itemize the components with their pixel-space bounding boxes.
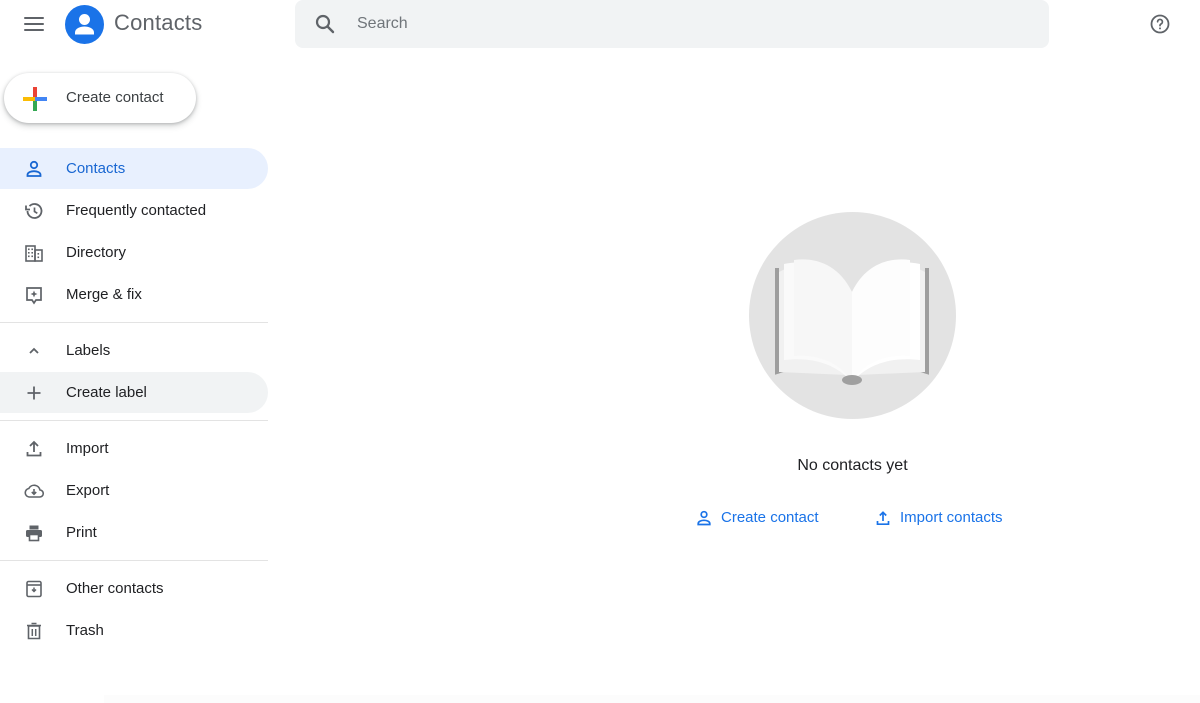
sidebar-divider (0, 420, 268, 421)
sidebar-item-directory[interactable]: Directory (0, 232, 268, 273)
sidebar-item-export[interactable]: Export (0, 470, 268, 511)
create-label-button[interactable]: Create label (0, 372, 268, 413)
person-icon (695, 509, 713, 527)
upload-icon (23, 438, 45, 460)
import-contacts-link-label: Import contacts (900, 509, 1003, 526)
chevron-up-icon (23, 340, 45, 362)
sidebar-item-merge-fix[interactable]: Merge & fix (0, 274, 268, 315)
footer-strip (104, 695, 1200, 703)
sidebar-divider (0, 560, 268, 561)
create-contact-button[interactable]: Create contact (4, 73, 196, 123)
sidebar-item-print[interactable]: Print (0, 512, 268, 553)
sidebar-divider (0, 322, 268, 323)
cloud-download-icon (23, 480, 45, 502)
open-book-illustration (749, 212, 956, 419)
empty-import-contacts-link[interactable]: Import contacts (874, 507, 1019, 529)
sidebar-item-label: Trash (66, 622, 104, 639)
sidebar-item-trash[interactable]: Trash (0, 610, 268, 651)
search-input[interactable] (357, 0, 1007, 48)
upload-icon (874, 509, 892, 527)
merge-fix-icon (23, 284, 45, 306)
create-label-label: Create label (66, 384, 147, 401)
plus-icon (23, 382, 45, 404)
search-icon[interactable] (313, 12, 337, 36)
hamburger-menu-icon (24, 17, 44, 19)
sidebar-item-label: Export (66, 482, 110, 499)
app-title: Contacts (114, 10, 203, 35)
sidebar-item-label: Merge & fix (66, 286, 142, 303)
labels-section-toggle[interactable]: Labels (0, 330, 268, 371)
sidebar-item-import[interactable]: Import (0, 428, 268, 469)
sidebar-item-label: Print (66, 524, 97, 541)
top-app-bar: Contacts (0, 0, 1200, 56)
create-contact-link-label: Create contact (721, 509, 819, 526)
print-icon (23, 522, 45, 544)
person-icon (23, 158, 45, 180)
plus-multicolor-icon (22, 86, 47, 111)
sidebar-item-label: Import (66, 440, 109, 457)
sidebar-item-label: Other contacts (66, 580, 164, 597)
sidebar-item-label: Contacts (66, 160, 126, 177)
archive-icon (23, 578, 45, 600)
main-menu-button[interactable] (20, 12, 50, 36)
sidebar-item-contacts[interactable]: Contacts (0, 148, 268, 189)
help-button[interactable] (1148, 12, 1172, 36)
contacts-logo-icon (65, 5, 104, 44)
search-bar[interactable] (295, 0, 1049, 48)
create-contact-label: Create contact (66, 89, 164, 106)
sidebar-item-label: Directory (66, 244, 127, 261)
labels-heading: Labels (66, 342, 111, 359)
history-icon (23, 200, 45, 222)
help-circle-icon (1150, 14, 1170, 34)
trash-icon (23, 620, 45, 642)
sidebar-item-frequently-contacted[interactable]: Frequently contacted (0, 190, 268, 231)
sidebar-item-label: Frequently contacted (66, 202, 207, 219)
empty-state-title: No contacts yet (797, 457, 908, 474)
domain-icon (23, 242, 45, 264)
empty-create-contact-link[interactable]: Create contact (695, 507, 830, 529)
sidebar-item-other-contacts[interactable]: Other contacts (0, 568, 268, 609)
